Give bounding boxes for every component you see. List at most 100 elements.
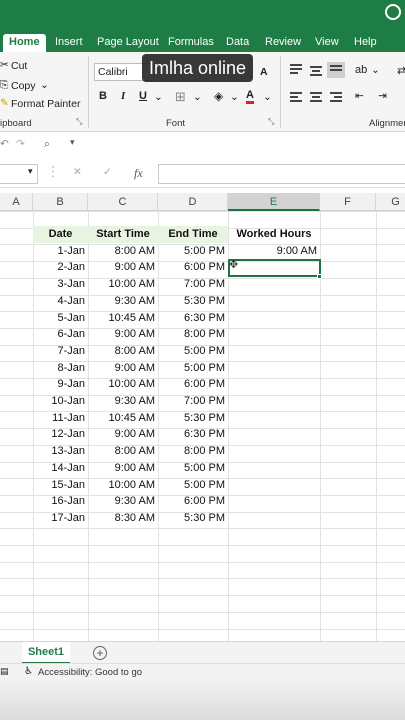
cell-worked[interactable] [228, 343, 317, 360]
cell-worked[interactable] [228, 276, 317, 293]
tab-view[interactable]: View [315, 34, 339, 52]
quick-access-dropdown-icon[interactable]: ▾ [70, 137, 75, 148]
cell-start[interactable]: 9:30 AM [88, 493, 155, 510]
cell-end[interactable]: 7:00 PM [158, 393, 225, 410]
cell-start[interactable]: 8:00 AM [88, 443, 155, 460]
cell-date[interactable]: 15-Jan [33, 477, 85, 494]
cell-date[interactable]: 5-Jan [33, 310, 85, 327]
cell-date[interactable]: 8-Jan [33, 360, 85, 377]
cell-date[interactable]: 17-Jan [33, 510, 85, 527]
cell-end[interactable]: 8:00 PM [158, 443, 225, 460]
cell-start[interactable]: 9:00 AM [88, 360, 155, 377]
cell-date[interactable]: 7-Jan [33, 343, 85, 360]
column-header-f[interactable]: F [320, 193, 376, 211]
header-worked-hours[interactable]: Worked Hours [228, 226, 320, 243]
add-sheet-button[interactable]: + [93, 646, 107, 660]
wrap-text-icon[interactable]: ⇄ [397, 64, 405, 77]
borders-dropdown-icon[interactable]: ⌄ [193, 91, 202, 103]
copy-dropdown-icon[interactable]: ⌄ [40, 79, 49, 91]
fill-dropdown-icon[interactable]: ⌄ [230, 91, 239, 103]
cancel-icon[interactable]: ✕ [73, 166, 82, 178]
cell-date[interactable]: 13-Jan [33, 443, 85, 460]
cell-start[interactable]: 9:30 AM [88, 293, 155, 310]
column-header-e[interactable]: E [228, 193, 320, 211]
font-color-button[interactable]: A [246, 90, 254, 104]
print-preview-icon[interactable]: ⌕ [44, 138, 50, 151]
cell-start[interactable]: 10:00 AM [88, 477, 155, 494]
borders-icon[interactable]: ⊞ [175, 89, 186, 105]
format-painter-button[interactable]: Format Painter [11, 98, 80, 110]
cell-date[interactable]: 9-Jan [33, 376, 85, 393]
cell-date[interactable]: 4-Jan [33, 293, 85, 310]
cell-end[interactable]: 6:30 PM [158, 310, 225, 327]
italic-button[interactable]: I [121, 90, 125, 102]
cell-worked[interactable] [228, 460, 317, 477]
cut-button[interactable]: Cut [11, 60, 27, 72]
cell-end[interactable]: 6:00 PM [158, 493, 225, 510]
sheet-view-icon[interactable]: ▤ [0, 666, 9, 677]
copy-button[interactable]: Copy [11, 80, 36, 92]
cell-start[interactable]: 9:30 AM [88, 393, 155, 410]
cell-worked[interactable] [228, 376, 317, 393]
tab-help[interactable]: Help [354, 34, 377, 52]
cell-worked[interactable] [228, 426, 317, 443]
column-header-b[interactable]: B [33, 193, 88, 211]
cell-date[interactable]: 1-Jan [33, 243, 85, 260]
cell-worked[interactable] [228, 410, 317, 427]
decrease-indent-icon[interactable]: ⇤ [355, 90, 364, 102]
accessibility-icon[interactable]: ♿ [24, 666, 33, 677]
tab-insert[interactable]: Insert [55, 34, 83, 52]
cell-end[interactable]: 8:00 PM [158, 326, 225, 343]
account-icon[interactable] [385, 4, 401, 20]
cell-end[interactable]: 5:30 PM [158, 293, 225, 310]
cell-start[interactable]: 8:00 AM [88, 343, 155, 360]
font-color-dropdown-icon[interactable]: ⌄ [263, 91, 272, 103]
insert-function-button[interactable]: fx [134, 166, 143, 181]
cell-start[interactable]: 10:00 AM [88, 276, 155, 293]
font-launcher-icon[interactable]: ⤡ [268, 117, 274, 127]
column-header-g[interactable]: G [376, 193, 405, 211]
column-header-d[interactable]: D [158, 193, 228, 211]
cell-date[interactable]: 14-Jan [33, 460, 85, 477]
cell-start[interactable]: 9:00 AM [88, 460, 155, 477]
cell-start[interactable]: 10:00 AM [88, 376, 155, 393]
clipboard-launcher-icon[interactable]: ⤡ [76, 117, 82, 127]
cell-date[interactable]: 11-Jan [33, 410, 85, 427]
cell-end[interactable]: 6:00 PM [158, 259, 225, 276]
align-left-icon[interactable] [290, 92, 302, 102]
header-date[interactable]: Date [33, 226, 88, 243]
cell-worked[interactable] [228, 293, 317, 310]
sheet-tab-sheet1[interactable]: Sheet1 [22, 642, 70, 664]
enter-icon[interactable]: ✓ [103, 166, 112, 178]
align-bottom-icon[interactable] [327, 62, 345, 78]
tab-page-layout[interactable]: Page Layout [97, 34, 159, 52]
cell-start[interactable]: 9:00 AM [88, 426, 155, 443]
align-right-icon[interactable] [330, 92, 342, 102]
orientation-icon[interactable]: ab [355, 64, 367, 76]
undo-icon[interactable]: ↶ [0, 138, 9, 150]
orientation-dropdown-icon[interactable]: ⌄ [371, 64, 380, 76]
cell-worked[interactable] [228, 393, 317, 410]
tab-formulas[interactable]: Formulas [168, 34, 214, 52]
underline-dropdown-icon[interactable]: ⌄ [154, 91, 163, 103]
fill-handle[interactable] [317, 274, 322, 279]
cell-date[interactable]: 2-Jan [33, 259, 85, 276]
cell-end[interactable]: 5:30 PM [158, 510, 225, 527]
bold-button[interactable]: B [99, 90, 107, 102]
cell-end[interactable]: 6:30 PM [158, 426, 225, 443]
cell-date[interactable]: 16-Jan [33, 493, 85, 510]
cell-start[interactable]: 8:00 AM [88, 243, 155, 260]
align-center-icon[interactable] [310, 92, 322, 102]
cell-end[interactable]: 5:00 PM [158, 477, 225, 494]
increase-font-icon[interactable]: A [260, 66, 268, 78]
column-header-a[interactable]: A [0, 193, 33, 211]
cell-end[interactable]: 5:30 PM [158, 410, 225, 427]
redo-icon[interactable]: ↷ [16, 138, 25, 150]
cell-start[interactable]: 8:30 AM [88, 510, 155, 527]
cell-worked[interactable] [228, 443, 317, 460]
cell-date[interactable]: 12-Jan [33, 426, 85, 443]
cell-worked[interactable] [228, 493, 317, 510]
cell-end[interactable]: 5:00 PM [158, 360, 225, 377]
cell-worked[interactable] [228, 310, 317, 327]
underline-button[interactable]: U [139, 90, 147, 102]
